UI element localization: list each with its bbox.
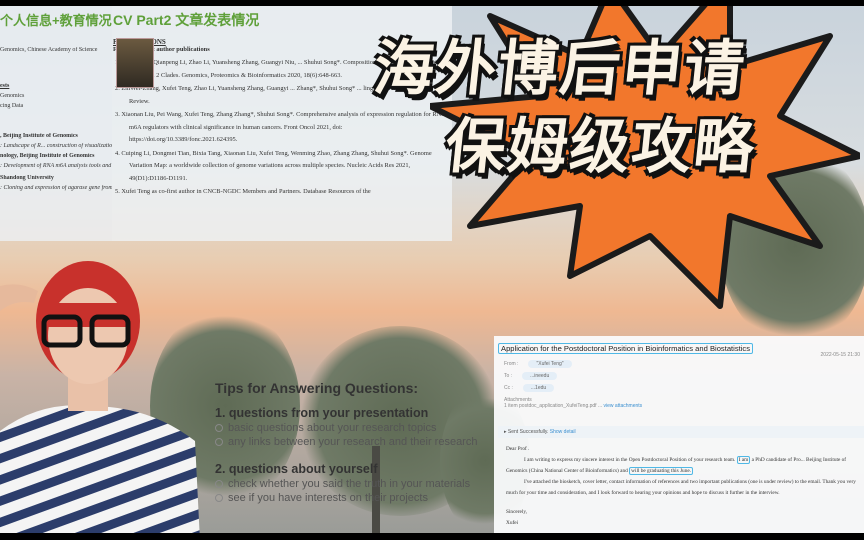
cv-photo (116, 38, 154, 88)
tips-group-heading: 1. questions from your presentation (215, 406, 429, 420)
email-signature: Xufei (506, 520, 519, 526)
tips-bullet-text: any links between your research and thei… (228, 436, 478, 448)
email-to-row: To : ...ineedu (504, 372, 558, 380)
email-paragraph: I've attached the biosketch, cover lette… (506, 479, 856, 496)
tips-group-heading: 2. questions about yourself (215, 462, 378, 476)
attachment-file[interactable]: 1 item postdoc_application_XufeiTeng.pdf… (504, 403, 602, 409)
sent-status-bar: ▸ Sent Successfully. Show detail (498, 426, 864, 438)
presenter-photo (0, 261, 200, 533)
to-chip[interactable]: ...ineedu (522, 372, 558, 380)
saluting-hand (0, 284, 38, 311)
cv-main-heading: CV Part2 文章发表情况 (113, 12, 260, 28)
highlighted-text: will be graduating this June. (629, 467, 694, 475)
highlighted-text: I am (736, 456, 751, 464)
email-date: 2022-05-15 21:30 (820, 352, 860, 358)
email-closing: Sincerely, (506, 509, 527, 515)
cv-line: Genomics (0, 93, 25, 99)
sent-status: Sent Successfully. (507, 429, 549, 435)
from-label: From : (504, 361, 519, 367)
tips-bullet: see if you have interests on their proje… (215, 492, 477, 504)
bullet-circle-icon (215, 438, 223, 446)
attachments-row: Attachments 1 item postdoc_application_Xu… (504, 397, 642, 409)
bullet-circle-icon (215, 480, 223, 488)
email-cc-row: Cc : ...1edu (504, 384, 555, 392)
cv-line: : Landscape of R... construction of visu… (0, 143, 112, 149)
email-from-row: From : "Xufei Teng" (504, 360, 572, 368)
tips-bullet: basic questions about your research topi… (215, 422, 477, 434)
cv-line: : Development of RNA m6A analysis tools … (0, 163, 112, 169)
tips-bullet-text: see if you have interests on their proje… (228, 492, 428, 504)
from-chip[interactable]: "Xufei Teng" (528, 360, 572, 368)
cv-part1-slide: 个人信息+教育情况 Genomics, Chinese Academy of S… (0, 6, 112, 241)
cv-line: , Beijing Institute of Genomics (0, 133, 78, 139)
cv-line: cing Data (0, 103, 24, 109)
tips-bullet: check whether you said the truth in your… (215, 478, 477, 490)
cv-line: nology, Beijing Institute of Genomics (0, 153, 95, 159)
cv-line: ests (0, 83, 10, 89)
email-greeting: Dear Prof . (506, 446, 530, 452)
email-subject: Application for the Postdoctoral Positio… (498, 343, 754, 354)
face (48, 288, 128, 384)
cv-left-heading: 个人信息+教育情况 (0, 13, 112, 28)
bullet-circle-icon (215, 494, 223, 502)
view-attachments-link[interactable]: view attachments (604, 403, 643, 409)
striped-shirt (0, 405, 200, 533)
show-detail-link[interactable]: Show detail (550, 429, 576, 435)
headline: 海外博后申请 保姆级攻略 (362, 30, 864, 186)
tips-title: Tips for Answering Questions: (215, 380, 419, 396)
publication-item: 5. Xufei Teng as co-first author in CNCB… (115, 188, 371, 195)
tips-bullet: any links between your research and thei… (215, 436, 477, 448)
cv-line: Shandong University (0, 175, 54, 181)
headline-line1: 海外博后申请 (370, 34, 750, 104)
to-label: To : (504, 373, 513, 379)
cv-line: : Cloning and expression of agarase gene… (0, 185, 112, 191)
thumbnail-canvas: 个人信息+教育情况 Genomics, Chinese Academy of S… (0, 6, 864, 533)
tips-panel: Tips for Answering Questions: 1. questio… (215, 380, 477, 504)
headline-line2: 保姆级攻略 (442, 112, 760, 182)
bullet-circle-icon (215, 424, 223, 432)
email-body: Dear Prof . I am writing to express my s… (506, 444, 861, 529)
tips-bullet-text: check whether you said the truth in your… (228, 478, 471, 490)
email-paragraph: I am writing to express my sincere inter… (506, 455, 861, 477)
email-text: I am writing to express my sincere inter… (524, 457, 736, 463)
cc-label: Cc : (504, 385, 513, 391)
email-screenshot: Application for the Postdoctoral Positio… (494, 336, 864, 533)
cc-chip[interactable]: ...1edu (522, 384, 555, 392)
tips-bullet-text: basic questions about your research topi… (228, 422, 437, 434)
cv-line: Genomics, Chinese Academy of Science (0, 47, 98, 53)
